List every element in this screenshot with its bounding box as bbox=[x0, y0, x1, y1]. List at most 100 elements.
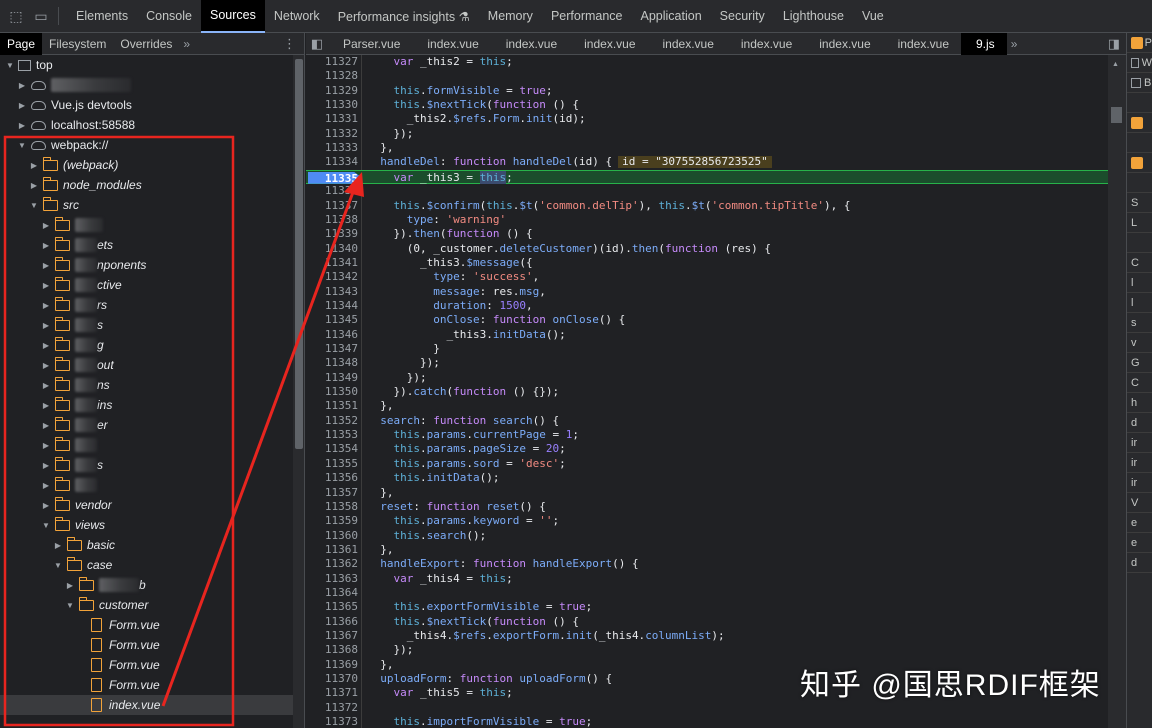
code-line[interactable]: 11350 }).catch(function () {}); bbox=[306, 385, 1114, 399]
code-line[interactable]: 11363 var _this4 = this; bbox=[306, 572, 1114, 586]
line-number[interactable]: 11359 bbox=[306, 514, 358, 528]
line-number[interactable]: 11349 bbox=[306, 371, 358, 385]
line-number[interactable]: 11370 bbox=[306, 672, 358, 686]
code-view[interactable]: 11327 var _this2 = this; 11328 11329 this.… bbox=[306, 55, 1126, 728]
collapsed-arrow-icon[interactable]: ▶ bbox=[40, 301, 52, 310]
collapsed-arrow-icon[interactable]: ▶ bbox=[40, 361, 52, 370]
navigator-scrollbar-thumb[interactable] bbox=[295, 59, 303, 449]
code-line[interactable]: 11327 var _this2 = this; bbox=[306, 55, 1114, 69]
tree-item[interactable]: ▶ er bbox=[0, 415, 304, 435]
tree-item[interactable]: ▶ node_modules bbox=[0, 175, 304, 195]
line-number[interactable]: 11351 bbox=[306, 399, 358, 413]
tree-item[interactable]: Form.vue bbox=[0, 675, 304, 695]
sidebar-row[interactable] bbox=[1127, 93, 1152, 113]
code-line[interactable]: 11359 this.params.keyword = ''; bbox=[306, 514, 1114, 528]
line-number[interactable]: 11329 bbox=[306, 84, 358, 98]
tree-item[interactable]: ▶ ns bbox=[0, 375, 304, 395]
code-line[interactable]: 11345 onClose: function onClose() { bbox=[306, 313, 1114, 327]
line-number[interactable]: 11356 bbox=[306, 471, 358, 485]
tree-item[interactable]: Form.vue bbox=[0, 615, 304, 635]
collapsed-arrow-icon[interactable]: ▶ bbox=[40, 221, 52, 230]
editor-scrollbar[interactable]: ▲ bbox=[1108, 55, 1126, 728]
editor-tab[interactable]: index.vue bbox=[569, 33, 647, 55]
line-number[interactable]: 11361 bbox=[306, 543, 358, 557]
scroll-up-icon[interactable]: ▲ bbox=[1112, 61, 1119, 68]
line-number[interactable]: 11364 bbox=[306, 586, 358, 600]
collapsed-arrow-icon[interactable]: ▶ bbox=[40, 501, 52, 510]
sidebar-row[interactable]: v bbox=[1127, 333, 1152, 353]
code-line[interactable]: 11329 this.formVisible = true; bbox=[306, 84, 1114, 98]
code-line[interactable]: 11373 this.importFormVisible = true; bbox=[306, 715, 1114, 728]
line-number[interactable]: 11343 bbox=[306, 285, 358, 299]
line-number[interactable]: 11357 bbox=[306, 486, 358, 500]
code-line[interactable]: 11354 this.params.pageSize = 20; bbox=[306, 442, 1114, 456]
sidebar-row[interactable]: d bbox=[1127, 553, 1152, 573]
line-number[interactable]: 11330 bbox=[306, 98, 358, 112]
tree-item[interactable]: ▶ bbox=[0, 215, 304, 235]
line-number[interactable]: 11367 bbox=[306, 629, 358, 643]
code-line[interactable]: 11339 }).then(function () { bbox=[306, 227, 1114, 241]
tree-item[interactable]: ▶ out bbox=[0, 355, 304, 375]
line-number[interactable]: 11334 bbox=[306, 155, 358, 169]
code-line[interactable]: 11335 var _this3 = this; bbox=[306, 169, 1114, 185]
tab-network[interactable]: Network bbox=[265, 0, 329, 33]
tree-item[interactable]: ▶ g bbox=[0, 335, 304, 355]
code-line[interactable]: 11362 handleExport: function handleExpor… bbox=[306, 557, 1114, 571]
tab-sources[interactable]: Sources bbox=[200, 0, 265, 33]
code-line[interactable]: 11330 this.$nextTick(function () { bbox=[306, 98, 1114, 112]
tab-vue[interactable]: Vue bbox=[853, 0, 893, 33]
tab-security[interactable]: Security bbox=[711, 0, 774, 33]
line-number[interactable]: 11371 bbox=[306, 686, 358, 700]
line-number[interactable]: 11353 bbox=[306, 428, 358, 442]
line-number[interactable]: 11355 bbox=[306, 457, 358, 471]
navigator-tab-overrides[interactable]: Overrides bbox=[113, 33, 179, 55]
sidebar-row[interactable] bbox=[1127, 133, 1152, 153]
editor-tab[interactable]: index.vue bbox=[726, 33, 804, 55]
inspect-element-icon[interactable]: ⬚ bbox=[7, 7, 25, 25]
sidebar-row[interactable] bbox=[1127, 113, 1152, 133]
line-number[interactable]: 11342 bbox=[306, 270, 358, 284]
line-number[interactable]: 11365 bbox=[306, 600, 358, 614]
line-number[interactable]: 11346 bbox=[306, 328, 358, 342]
editor-tab[interactable]: index.vue bbox=[883, 33, 961, 55]
editor-tab[interactable]: index.vue bbox=[804, 33, 882, 55]
tree-item[interactable]: ▶ vendor bbox=[0, 495, 304, 515]
line-number[interactable]: 11347 bbox=[306, 342, 358, 356]
tree-item[interactable]: Form.vue bbox=[0, 635, 304, 655]
code-line[interactable]: 11334 handleDel: function handleDel(id) … bbox=[306, 155, 1114, 169]
collapsed-arrow-icon[interactable]: ▶ bbox=[28, 161, 40, 170]
collapsed-arrow-icon[interactable]: ▶ bbox=[40, 481, 52, 490]
collapsed-arrow-icon[interactable]: ▶ bbox=[64, 581, 76, 590]
line-number[interactable]: 11358 bbox=[306, 500, 358, 514]
code-line[interactable]: 11337 this.$confirm(this.$t('common.delT… bbox=[306, 199, 1114, 213]
code-line[interactable]: 11342 type: 'success', bbox=[306, 270, 1114, 284]
checkbox[interactable] bbox=[1131, 77, 1141, 88]
tree-item[interactable]: ▶ (webpack) bbox=[0, 155, 304, 175]
tree-item[interactable]: ▶ Vue.js devtools bbox=[0, 95, 304, 115]
sidebar-row[interactable]: S bbox=[1127, 193, 1152, 213]
sidebar-row[interactable]: l bbox=[1127, 273, 1152, 293]
code-line[interactable]: 11360 this.search(); bbox=[306, 529, 1114, 543]
collapsed-arrow-icon[interactable]: ▶ bbox=[40, 261, 52, 270]
code-line[interactable]: 11364 bbox=[306, 586, 1114, 600]
code-line[interactable]: 11355 this.params.sord = 'desc'; bbox=[306, 457, 1114, 471]
code-line[interactable]: 11328 bbox=[306, 69, 1114, 83]
code-line[interactable]: 11349 }); bbox=[306, 371, 1114, 385]
sidebar-row[interactable]: C bbox=[1127, 373, 1152, 393]
tab-performance[interactable]: Performance bbox=[542, 0, 632, 33]
sidebar-row[interactable]: ir bbox=[1127, 453, 1152, 473]
editor-scrollbar-thumb[interactable] bbox=[1111, 107, 1122, 123]
line-number[interactable]: 11369 bbox=[306, 658, 358, 672]
code-line[interactable]: 11357 }, bbox=[306, 486, 1114, 500]
line-number[interactable]: 11373 bbox=[306, 715, 358, 728]
line-number[interactable]: 11345 bbox=[306, 313, 358, 327]
code-line[interactable]: 11351 }, bbox=[306, 399, 1114, 413]
line-number[interactable]: 11341 bbox=[306, 256, 358, 270]
expanded-arrow-icon[interactable]: ▼ bbox=[4, 61, 16, 70]
navigator-menu-icon[interactable]: ⋮ bbox=[283, 36, 296, 52]
tree-item[interactable]: ▶ rs bbox=[0, 295, 304, 315]
line-number[interactable]: 11350 bbox=[306, 385, 358, 399]
line-number[interactable]: 11328 bbox=[306, 69, 358, 83]
sidebar-row[interactable]: ir bbox=[1127, 473, 1152, 493]
tree-item[interactable]: ▶ ets bbox=[0, 235, 304, 255]
